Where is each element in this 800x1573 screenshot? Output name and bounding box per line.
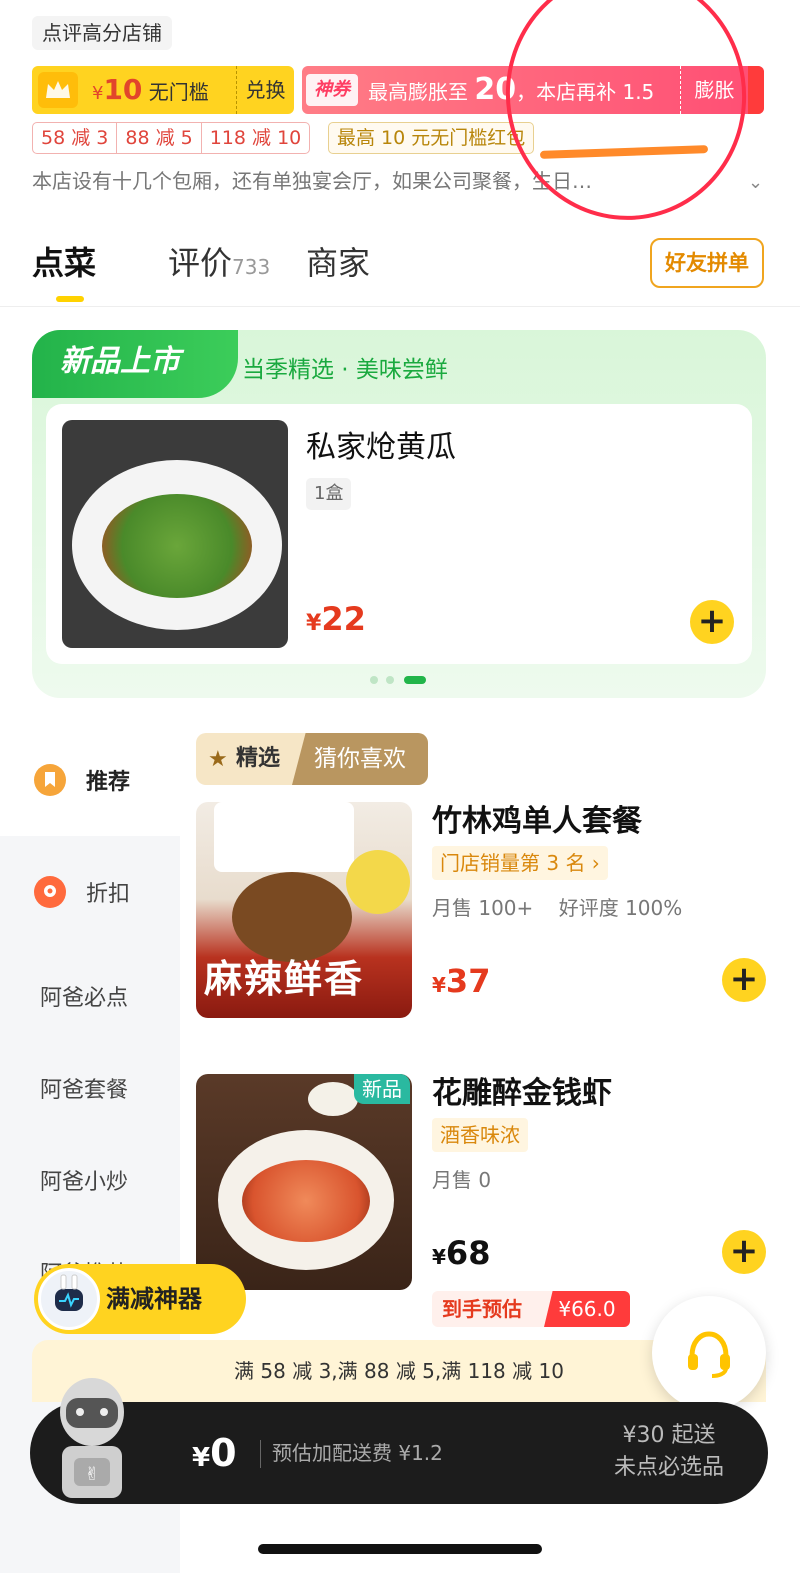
sidebar-item-set-meal[interactable]: 阿爸套餐 (40, 1072, 180, 1104)
shrimp-dish-image[interactable] (196, 1074, 412, 1290)
chicken-set-image[interactable]: 麻辣鲜香 (196, 802, 412, 1018)
tab-order[interactable]: 点菜 (32, 238, 96, 284)
sidebar-item-stir-fry[interactable]: 阿爸小炒 (40, 1164, 180, 1196)
new-product-subtitle: 当季精选 · 美味尝鲜 (242, 357, 448, 383)
chevron-down-icon[interactable]: ⌄ (748, 172, 763, 193)
discount-tag: 88 减 5 (117, 123, 202, 153)
discount-tag: 118 减 10 (209, 127, 302, 149)
svg-text:✌: ✌ (84, 1464, 99, 1485)
manjian-tool-button[interactable]: 满减神器 (34, 1264, 246, 1334)
group-order-button[interactable]: 好友拼单 (650, 238, 764, 288)
tab-underline (56, 296, 84, 302)
min-order-info[interactable]: ¥30 起送 未点必选品 (614, 1420, 724, 1484)
customer-service-button[interactable] (652, 1296, 766, 1410)
new-product-item[interactable]: 私家炝黄瓜 1盒 ¥22 + (46, 404, 752, 664)
estimate-label: 到手预估 (442, 1297, 522, 1321)
product-price: ¥37 (432, 962, 491, 1000)
featured-label: 精选 (236, 746, 281, 771)
bookmark-icon (34, 764, 66, 796)
new-product-unit: 1盒 (306, 478, 352, 510)
add-to-cart-button[interactable]: + (722, 958, 766, 1002)
image-caption: 麻辣鲜香 (204, 957, 365, 1001)
new-product-name: 私家炝黄瓜 (306, 430, 456, 465)
carousel-dots (370, 676, 430, 684)
flavor-tag: 酒香味浓 (432, 1118, 528, 1152)
star-icon: ★ (208, 747, 228, 772)
tab-merchant[interactable]: 商家 (306, 238, 370, 284)
coupon-no-threshold[interactable]: ¥10 无门槛 兑换 (32, 66, 294, 114)
min-order-amount: ¥30 起送 (622, 1423, 716, 1448)
robot-avatar-icon (38, 1268, 100, 1330)
coupon-exchange-button[interactable]: 兑换 (236, 66, 294, 114)
review-count: 733 (232, 255, 271, 279)
divider (260, 1440, 261, 1468)
delivery-fee: 预估加配送费 ¥1.2 (272, 1441, 443, 1465)
discount-tags[interactable]: 58 减 3 88 减 5 118 减 10 (32, 122, 311, 154)
new-product-price: ¥22 (306, 600, 366, 638)
product-stats: 月售 0 (432, 1168, 492, 1192)
product-price: ¥68 (432, 1234, 491, 1272)
add-to-cart-button[interactable]: + (722, 1230, 766, 1274)
sales-rank-tag[interactable]: 门店销量第 3 名 › (432, 846, 608, 880)
product-name[interactable]: 花雕醉金钱虾 (432, 1068, 612, 1112)
new-product-badge: 新品上市 (32, 330, 238, 398)
add-to-cart-button[interactable]: + (690, 600, 734, 644)
estimated-price-tag: 到手预估 ¥66.0 (432, 1291, 630, 1327)
cart-robot-icon[interactable]: ✌ (36, 1372, 148, 1504)
hongbao-tag[interactable]: 最高 10 元无门槛红包 (328, 122, 535, 154)
new-badge: 新品 (354, 1074, 410, 1104)
estimate-price: ¥66.0 (544, 1291, 630, 1327)
shop-rating-tag: 点评高分店铺 (32, 16, 172, 50)
coupon-edge (748, 66, 764, 114)
manjian-label: 满减神器 (106, 1285, 202, 1313)
sidebar-item-must-order[interactable]: 阿爸必点 (40, 980, 180, 1012)
featured-header: ★ 精选 猜你喜欢 (196, 733, 428, 785)
divider (0, 306, 800, 307)
shenquan-badge: 神券 (306, 74, 358, 106)
product-name[interactable]: 竹林鸡单人套餐 (432, 796, 642, 840)
required-item-note: 未点必选品 (613, 1455, 724, 1480)
location-tag-icon (34, 876, 66, 908)
tab-reviews-label: 评价 (168, 244, 233, 282)
coupon-label: ¥10 无门槛 (92, 73, 209, 106)
headset-icon (688, 1331, 730, 1378)
product-stats: 月售 100+ 好评度 100% (432, 896, 683, 920)
sidebar-item-label: 推荐 (86, 770, 131, 795)
discount-tag: 58 减 3 (33, 123, 118, 153)
red-circle-annotation (489, 0, 763, 236)
cucumber-dish-image (62, 420, 288, 648)
guess-you-like-label: 猜你喜欢 (292, 733, 428, 785)
home-indicator[interactable] (258, 1544, 542, 1554)
cart-total: ¥0 (192, 1431, 237, 1475)
crown-icon (38, 72, 78, 108)
new-product-card: 新品上市 当季精选 · 美味尝鲜 私家炝黄瓜 1盒 ¥22 + (32, 330, 766, 698)
sidebar-item-label: 折扣 (86, 882, 131, 907)
tab-reviews[interactable]: 评价733 (168, 238, 270, 284)
